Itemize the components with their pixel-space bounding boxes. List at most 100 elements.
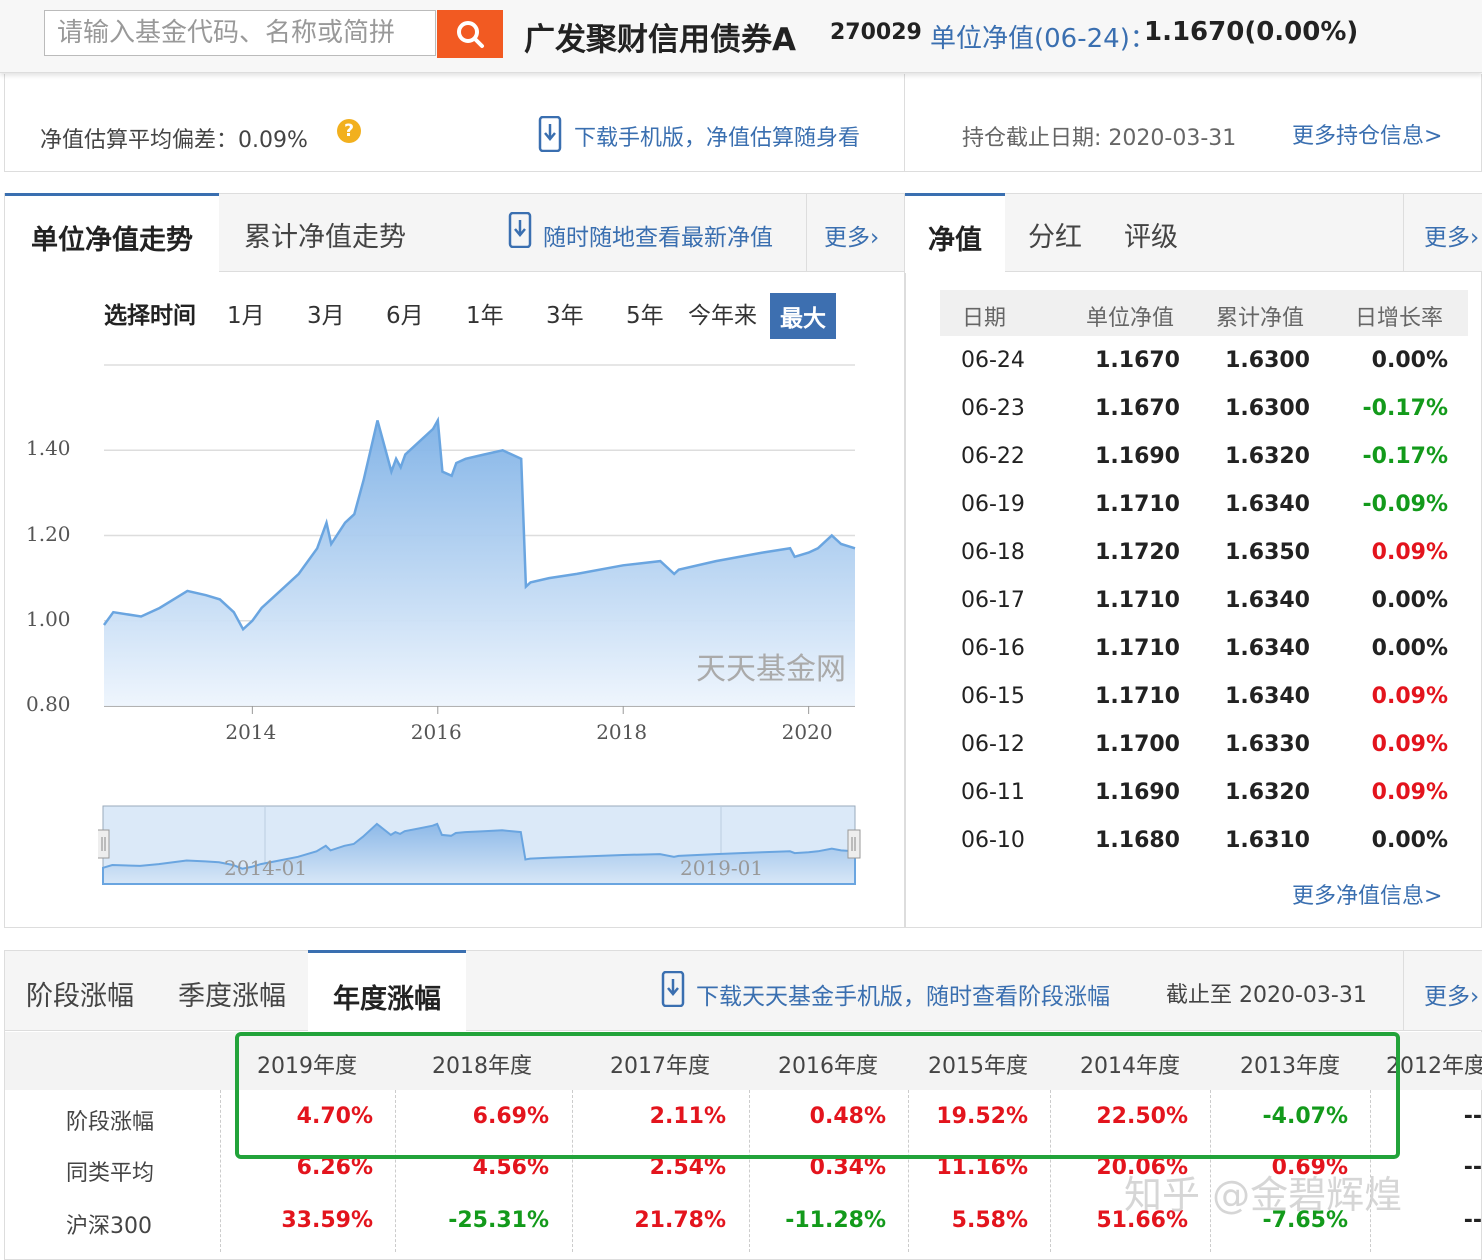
tab-cumulative-nav[interactable]: 累计净值走势 [244, 215, 406, 254]
nav-date: 06-23 [961, 396, 1025, 421]
avg-deviation: 净值估算平均偏差：0.09% [40, 122, 308, 154]
range-5y[interactable]: 5年 [626, 296, 664, 330]
x-tick-label: 2016 [410, 720, 462, 744]
nav-date: 06-18 [961, 540, 1025, 565]
nav-cum-value: 1.6340 [1225, 492, 1310, 517]
search-box[interactable] [44, 10, 436, 56]
nav-label[interactable]: 单位净值(06-24)： [930, 18, 1156, 55]
range-6m[interactable]: 6月 [386, 296, 424, 330]
fund-name: 广发聚财信用债券A [524, 22, 796, 58]
avg-deviation-value: 0.09% [238, 128, 308, 153]
nav-daily-rate: -0.17% [1362, 444, 1448, 469]
nav-daily-rate: 0.00% [1371, 588, 1448, 613]
tab-annual-returns[interactable]: 年度涨幅 [308, 950, 466, 1032]
highlight-box [235, 1032, 1400, 1159]
navigator-label-start: 2014-01 [224, 856, 308, 880]
search-button[interactable] [437, 10, 503, 58]
nav-cum-value: 1.6310 [1225, 828, 1310, 853]
returns-cell: 21.78% [634, 1208, 726, 1233]
returns-cell: 33.59% [281, 1208, 373, 1233]
range-label: 选择时间 [104, 303, 196, 329]
download-returns-link[interactable]: 下载天天基金手机版，随时查看阶段涨幅 [696, 977, 1110, 1011]
returns-more-label: 更多 [1424, 984, 1470, 1010]
navigator-handle-left[interactable] [98, 829, 110, 859]
range-ytd[interactable]: 今年来 [688, 296, 757, 330]
y-tick-label: 1.20 [26, 521, 71, 546]
nav-cum-value: 1.6320 [1225, 444, 1310, 469]
nav-daily-rate: 0.00% [1371, 348, 1448, 373]
range-1m[interactable]: 1月 [227, 296, 265, 330]
returns-more-link[interactable]: 更多› [1424, 977, 1479, 1011]
nav-date: 06-10 [961, 828, 1025, 853]
x-tick-label: 2014 [225, 720, 277, 744]
nav-date: 06-24 [961, 348, 1025, 373]
tab-unit-nav[interactable]: 单位净值走势 [5, 193, 219, 273]
more-holding-link[interactable]: 更多持仓信息> [1292, 118, 1442, 150]
nav-daily-rate: 0.09% [1371, 684, 1448, 709]
nav-date: 06-15 [961, 684, 1025, 709]
nav-date: 06-11 [961, 780, 1025, 805]
nav-daily-rate: 0.00% [1371, 636, 1448, 661]
nav-daily-rate: -0.17% [1362, 396, 1448, 421]
y-tick-label: 0.80 [26, 692, 71, 716]
y-tick-label: 1.40 [26, 436, 71, 461]
returns-row-label: 同类平均 [66, 1161, 155, 1186]
col-unit-nav: 单位净值 [1086, 306, 1175, 331]
nav-cum-value: 1.6340 [1225, 684, 1310, 709]
x-tick-label: 2018 [596, 720, 648, 744]
top-header: 广发聚财信用债券A 270029 单位净值(06-24)： 1.1670(0.0… [0, 0, 1482, 73]
chevron-right-icon: › [1470, 984, 1480, 1010]
nav-chart[interactable] [0, 340, 900, 760]
nav-date: 06-16 [961, 636, 1025, 661]
chart-more-link[interactable]: 更多› [824, 218, 879, 252]
nav-cum-value: 1.6300 [1225, 348, 1310, 373]
info-divider [904, 74, 905, 172]
nav-date: 06-17 [961, 588, 1025, 613]
tab-stage-returns[interactable]: 阶段涨幅 [26, 974, 134, 1013]
returns-row-label: 沪深300 [66, 1214, 152, 1239]
tab-divider [806, 194, 807, 272]
chart-more-label: 更多 [824, 225, 870, 251]
nav-value: 1.1670(0.00%) [1144, 17, 1359, 47]
returns-cell: 5.58% [951, 1208, 1028, 1233]
download-app-link[interactable]: 下载手机版，净值估算随身看 [574, 120, 860, 152]
nav-cum-value: 1.6300 [1225, 396, 1310, 421]
year-header: 2012年度 [1386, 1054, 1482, 1079]
nav-date: 06-12 [961, 732, 1025, 757]
col-date: 日期 [962, 306, 1007, 331]
more-nav-link[interactable]: 更多净值信息> [1292, 878, 1442, 910]
nav-daily-rate: 0.00% [1371, 828, 1448, 853]
fund-code: 270029 [830, 20, 922, 45]
range-3m[interactable]: 3月 [307, 296, 345, 330]
nav-daily-rate: -0.09% [1362, 492, 1448, 517]
range-max[interactable]: 最大 [770, 293, 836, 339]
nav-date: 06-22 [961, 444, 1025, 469]
range-1y[interactable]: 1年 [466, 296, 504, 330]
zhihu-watermark: 知乎 @金碧辉煌 [1124, 1173, 1403, 1217]
nav-daily-rate: 0.09% [1371, 540, 1448, 565]
as-of-date: 截止至 2020-03-31 [1166, 983, 1367, 1008]
nav-more-link[interactable]: 更多› [1424, 218, 1479, 252]
nav-cum-value: 1.6340 [1225, 588, 1310, 613]
tab-quarter-returns[interactable]: 季度涨幅 [178, 974, 286, 1013]
avg-deviation-label: 净值估算平均偏差： [40, 128, 239, 153]
x-tick-label: 2020 [781, 720, 833, 744]
phone-icon [508, 212, 532, 248]
nav-cum-value: 1.6320 [1225, 780, 1310, 805]
range-3y[interactable]: 3年 [546, 296, 584, 330]
col-daily-rate: 日增长率 [1355, 306, 1444, 331]
tab-rating[interactable]: 评级 [1124, 215, 1178, 254]
nav-daily-rate: 0.09% [1371, 780, 1448, 805]
help-icon[interactable]: ? [337, 119, 361, 143]
column-divider [220, 1090, 221, 1252]
search-input[interactable] [45, 11, 435, 55]
phone-icon [661, 971, 685, 1007]
navigator-label-end: 2019-01 [680, 856, 764, 880]
phone-icon [538, 116, 562, 152]
navigator-handle-right[interactable] [847, 829, 861, 859]
mobile-nav-link[interactable]: 随时随地查看最新净值 [543, 218, 773, 252]
tab-dividend[interactable]: 分红 [1028, 215, 1082, 254]
tab-nav[interactable]: 净值 [905, 193, 1005, 273]
nav-cum-value: 1.6340 [1225, 636, 1310, 661]
tab-divider [1403, 194, 1404, 272]
